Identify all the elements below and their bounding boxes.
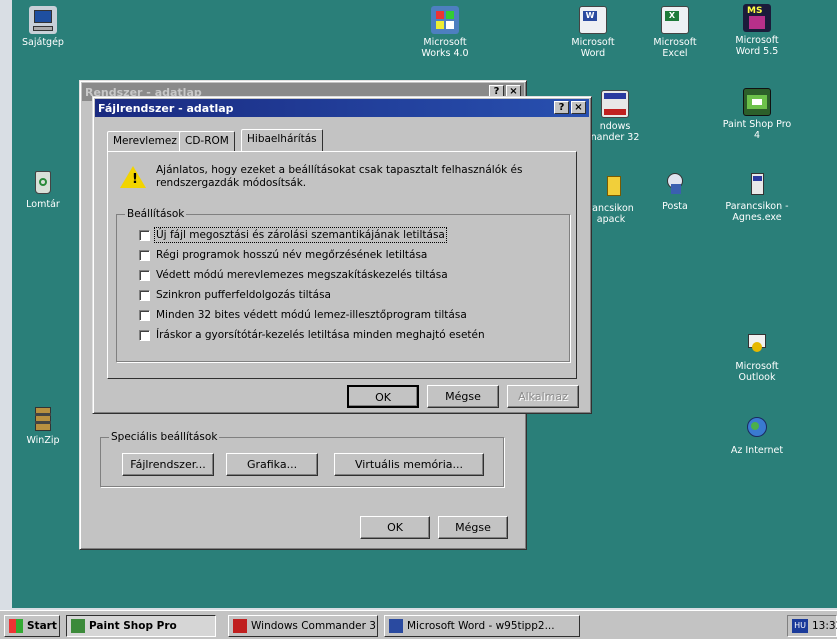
folder-icon xyxy=(597,172,625,200)
computer-icon xyxy=(29,6,57,34)
tab-hibaelharitas[interactable]: Hibaelhárítás xyxy=(241,129,323,151)
option-checkbox-3[interactable]: Védett módú merevlemezes megszakításkeze… xyxy=(139,269,448,281)
filesystem-button[interactable]: Fájlrendszer... xyxy=(122,453,214,476)
window-title: Fájlrendszer - adatlap xyxy=(98,101,234,115)
desktop-icon-works[interactable]: Microsoft Works 4.0 xyxy=(402,6,488,59)
help-button[interactable]: ? xyxy=(554,101,569,114)
paint-shop-pro-icon xyxy=(71,619,85,633)
windows-logo-icon xyxy=(9,619,23,633)
graphics-button[interactable]: Grafika... xyxy=(226,453,318,476)
tab-panel: ! Ajánlatos, hogy ezeket a beállításokat… xyxy=(107,151,577,379)
word-icon: W xyxy=(579,6,607,34)
word-icon xyxy=(389,619,403,633)
checkbox[interactable] xyxy=(139,229,150,241)
option-checkbox-4[interactable]: Szinkron pufferfeldolgozás tiltása xyxy=(139,289,331,301)
system-tray: HU 13:32 xyxy=(787,615,837,637)
warning-icon-mark: ! xyxy=(132,172,138,187)
inbox-icon xyxy=(661,170,689,198)
cancel-button[interactable]: Mégse xyxy=(427,385,499,408)
desktop-icon-word55[interactable]: MS Microsoft Word 5.5 xyxy=(714,4,800,57)
keyboard-layout-badge[interactable]: HU xyxy=(792,619,808,633)
checkbox[interactable] xyxy=(139,269,150,281)
start-button[interactable]: Start xyxy=(4,615,60,637)
desktop-icon-outlook[interactable]: Microsoft Outlook xyxy=(714,330,800,383)
option-checkbox-6[interactable]: Íráskor a gyorsítótár-kezelés letiltása … xyxy=(139,329,485,341)
excel-icon: X xyxy=(661,6,689,34)
checkbox[interactable] xyxy=(139,309,150,321)
winzip-icon xyxy=(29,404,57,432)
windows-commander-icon xyxy=(233,619,247,633)
checkbox[interactable] xyxy=(139,249,150,261)
word55-icon: MS xyxy=(743,4,771,32)
ok-button[interactable]: OK xyxy=(347,385,419,408)
option-checkbox-5[interactable]: Minden 32 bites védett módú lemez-illesz… xyxy=(139,309,467,321)
tab-cd-rom[interactable]: CD-ROM xyxy=(179,131,235,151)
option-checkbox-1[interactable]: Új fájl megosztási és zárolási szemantik… xyxy=(139,227,447,243)
desktop-icon-my-computer[interactable]: Sajátgép xyxy=(0,6,86,48)
checkbox[interactable] xyxy=(139,329,150,341)
desktop-icon-winzip[interactable]: WinZip xyxy=(0,404,86,446)
settings-group: Beállítások Új fájl megosztási és zárolá… xyxy=(116,208,570,362)
task-windows-commander[interactable]: Windows Commander 3.52... xyxy=(228,615,378,637)
filesystem-properties-titlebar[interactable]: Fájlrendszer - adatlap ? × xyxy=(95,99,589,117)
desktop-icon-internet[interactable]: Az Internet xyxy=(714,414,800,456)
works-icon xyxy=(431,6,459,34)
task-microsoft-word[interactable]: Microsoft Word - w95tipp2... xyxy=(384,615,580,637)
task-paint-shop-pro[interactable]: Paint Shop Pro xyxy=(66,615,216,637)
group-label: Beállítások xyxy=(125,208,187,220)
desktop-icon-paint-shop-pro[interactable]: Paint Shop Pro 4 xyxy=(714,88,800,141)
clock[interactable]: 13:32 xyxy=(812,620,837,632)
cancel-button[interactable]: Mégse xyxy=(438,516,508,539)
desktop-icon-word[interactable]: W Microsoft Word xyxy=(550,6,636,59)
tab-merevlemez[interactable]: Merevlemez xyxy=(107,131,183,151)
apply-button[interactable]: Alkalmaz xyxy=(507,385,579,408)
shortcut-icon xyxy=(743,170,771,198)
windows-commander-icon xyxy=(601,90,629,118)
group-label: Speciális beállítások xyxy=(109,431,220,443)
internet-globe-icon xyxy=(743,414,771,442)
option-checkbox-2[interactable]: Régi programok hosszú név megőrzésének l… xyxy=(139,249,427,261)
checkbox[interactable] xyxy=(139,289,150,301)
ok-button[interactable]: OK xyxy=(360,516,430,539)
desktop: Sajátgép Lomtár WinZip Microsoft Works 4… xyxy=(12,0,837,608)
taskbar: Start Paint Shop Pro Windows Commander 3… xyxy=(0,610,837,639)
close-button[interactable]: × xyxy=(571,101,586,114)
recycle-bin-icon xyxy=(29,168,57,196)
outlook-icon xyxy=(743,330,771,358)
virtual-memory-button[interactable]: Virtuális memória... xyxy=(334,453,484,476)
desktop-icon-posta[interactable]: Posta xyxy=(632,170,718,212)
desktop-icon-shortcut-agnes[interactable]: Parancsikon - Agnes.exe xyxy=(714,170,800,223)
filesystem-properties-window: Fájlrendszer - adatlap ? × Merevlemez CD… xyxy=(92,96,592,414)
warning-text: Ajánlatos, hogy ezeket a beállításokat c… xyxy=(156,164,523,189)
desktop-icon-excel[interactable]: X Microsoft Excel xyxy=(632,6,718,59)
paint-shop-pro-icon xyxy=(743,88,771,116)
desktop-icon-recycle-bin[interactable]: Lomtár xyxy=(0,168,86,210)
